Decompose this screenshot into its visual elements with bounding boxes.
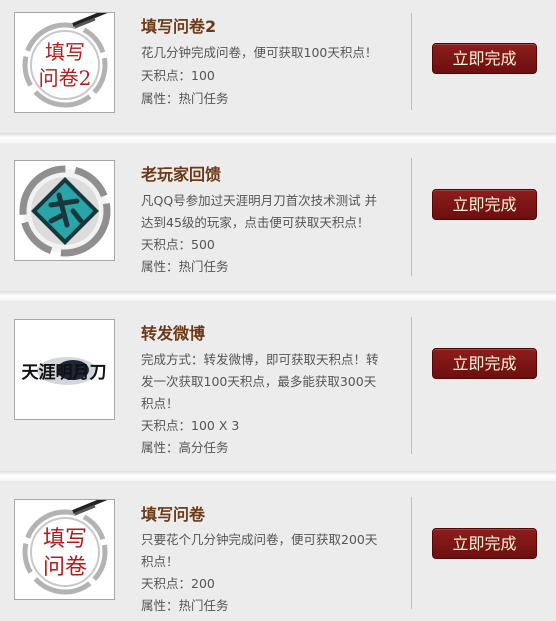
task-thumbnail: 填写 问卷: [14, 499, 115, 600]
complete-now-button[interactable]: 立即完成: [432, 528, 537, 559]
tianya-logo-icon: 天涯明月刀: [15, 320, 114, 419]
complete-now-button[interactable]: 立即完成: [432, 43, 537, 74]
divider: [411, 497, 412, 609]
divider: [411, 158, 412, 276]
task-description-line-2: 达到45级的玩家，点击便可获取天积点！: [141, 215, 370, 230]
task-thumbnail: [14, 160, 115, 261]
svg-text:填写: 填写: [45, 40, 85, 64]
separator: [0, 471, 556, 481]
complete-now-button[interactable]: 立即完成: [432, 348, 537, 379]
task-points: 天积点：100 X 3: [141, 418, 240, 433]
veteran-game-icon: [19, 165, 111, 257]
svg-text:填写: 填写: [43, 527, 87, 552]
svg-text:天涯明月刀: 天涯明月刀: [22, 362, 107, 383]
task-thumbnail: 填写 问卷2: [14, 12, 115, 113]
svg-text:问卷: 问卷: [43, 555, 87, 580]
task-title: 老玩家回馈: [141, 165, 222, 184]
task-attribute: 属性：热门任务: [141, 259, 229, 274]
task-title: 填写问卷2: [141, 17, 217, 36]
task-list: 填写 问卷2 填写问卷2 花几分钟完成问卷，便可获取100天积点！ 天积点：10…: [0, 0, 556, 621]
complete-now-button[interactable]: 立即完成: [432, 189, 537, 220]
task-card-veteran-reward: 老玩家回馈 凡QQ号参加过天涯明月刀首次技术测试 并 达到45级的玩家，点击便可…: [0, 143, 556, 291]
divider: [411, 13, 412, 110]
survey-brush-icon: 填写 问卷: [22, 500, 108, 595]
task-points: 天积点：500: [141, 237, 215, 252]
separator: [0, 133, 556, 143]
task-attribute: 属性：热门任务: [141, 598, 229, 613]
task-description-line-1: 凡QQ号参加过天涯明月刀首次技术测试 并: [141, 193, 378, 208]
divider: [411, 317, 412, 454]
separator: [0, 291, 556, 301]
task-points: 天积点：100: [141, 68, 215, 83]
task-card-survey-2: 填写 问卷2 填写问卷2 花几分钟完成问卷，便可获取100天积点！ 天积点：10…: [0, 0, 556, 133]
task-points: 天积点：200: [141, 576, 215, 591]
task-title: 转发微博: [141, 324, 206, 343]
task-title: 填写问卷: [141, 505, 206, 524]
svg-text:问卷2: 问卷2: [39, 66, 92, 90]
task-card-survey: 填写 问卷 填写问卷 只要花个几分钟完成问卷，便可获取200天 积点！ 天积点：…: [0, 481, 556, 621]
task-description: 花几分钟完成问卷，便可获取100天积点！: [141, 45, 378, 60]
task-description-line-3: 积点！: [141, 396, 179, 411]
task-description-line-2: 发一次获取100天积点，最多能获取300天: [141, 374, 377, 389]
task-thumbnail: 天涯明月刀: [14, 319, 115, 420]
task-description-line-1: 只要花个几分钟完成问卷，便可获取200天: [141, 532, 378, 547]
task-description-line-2: 积点！: [141, 554, 179, 569]
task-attribute: 属性：高分任务: [141, 440, 229, 455]
task-card-repost-weibo: 天涯明月刀 转发微博 完成方式：转发微博，即可获取天积点！转 发一次获取100天…: [0, 301, 556, 471]
survey-brush-icon: 填写 问卷2: [22, 13, 108, 108]
task-description-line-1: 完成方式：转发微博，即可获取天积点！转: [141, 352, 379, 367]
task-attribute: 属性：热门任务: [141, 91, 229, 106]
